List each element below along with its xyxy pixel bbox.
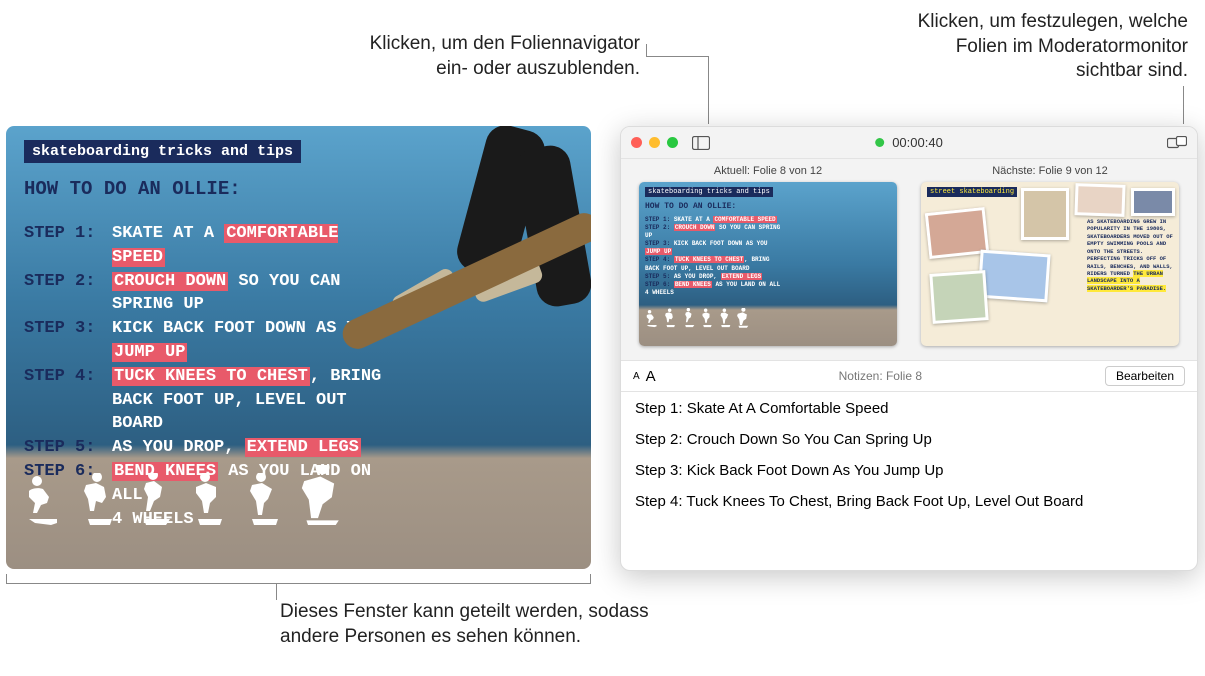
font-decrease-button[interactable]: A	[633, 371, 640, 382]
collage-photo	[1131, 188, 1175, 216]
preview-area: Aktuell: Folie 8 von 12 skateboarding tr…	[621, 159, 1197, 360]
minimize-button[interactable]	[649, 137, 660, 148]
fullscreen-button[interactable]	[667, 137, 678, 148]
bracket-decoration	[276, 584, 277, 600]
skateboarder-image	[311, 126, 591, 486]
collage-photo	[1074, 183, 1125, 217]
next-slide-badge: street skateboarding	[927, 187, 1017, 197]
next-slide-text: AS SKATEBOARDING GREW IN POPULARITY IN T…	[1087, 218, 1173, 292]
mini-badge: skateboarding tricks and tips	[645, 187, 773, 197]
notes-list: Step 1: Skate At A Comfortable Speed Step…	[621, 392, 1197, 532]
slide-badge: skateboarding tricks and tips	[24, 140, 301, 163]
collage-photo	[929, 270, 988, 324]
timer-text: 00:00:40	[892, 135, 943, 150]
note-line: Step 4: Tuck Knees To Chest, Bring Back …	[635, 493, 1183, 510]
callout-line	[708, 56, 709, 124]
collage-photo	[925, 207, 989, 259]
record-indicator-icon	[875, 138, 884, 147]
callout-line	[646, 44, 647, 56]
current-slide-thumb[interactable]: skateboarding tricks and tips HOW TO DO …	[639, 182, 897, 346]
next-slide-thumb[interactable]: street skateboarding AS SKATEBOARDING GR…	[921, 182, 1179, 346]
titlebar: 00:00:40	[621, 127, 1197, 159]
next-slide-label: Nächste: Folie 9 von 12	[921, 165, 1179, 177]
mini-silhouettes	[645, 308, 749, 328]
bracket-decoration	[6, 574, 591, 584]
callout-line	[646, 56, 708, 57]
callout-navigator: Klicken, um den Foliennavigator ein- ode…	[270, 32, 640, 81]
note-line: Step 1: Skate At A Comfortable Speed	[635, 400, 1183, 417]
skater-silhouettes	[24, 465, 342, 525]
notes-title: Notizen: Folie 8	[656, 369, 1105, 383]
edit-button[interactable]: Bearbeiten	[1105, 366, 1185, 386]
main-slide-preview: skateboarding tricks and tips HOW TO DO …	[6, 126, 591, 569]
monitor-layout-icon[interactable]	[1167, 136, 1187, 150]
close-button[interactable]	[631, 137, 642, 148]
mini-steps: STEP 1: SKATE AT A COMFORTABLE SPEEDSTEP…	[645, 216, 785, 297]
note-line: Step 3: Kick Back Foot Down As You Jump …	[635, 462, 1183, 479]
presenter-window: 00:00:40 Aktuell: Folie 8 von 12 skatebo…	[620, 126, 1198, 571]
traffic-lights[interactable]	[631, 137, 678, 148]
current-slide-label: Aktuell: Folie 8 von 12	[639, 165, 897, 177]
notes-bar: A A Notizen: Folie 8 Bearbeiten	[621, 360, 1197, 392]
navigator-toggle-icon[interactable]	[692, 136, 710, 150]
mini-title: HOW TO DO AN OLLIE:	[645, 202, 736, 211]
font-increase-button[interactable]: A	[646, 368, 656, 385]
note-line: Step 2: Crouch Down So You Can Spring Up	[635, 431, 1183, 448]
collage-photo	[1021, 188, 1069, 240]
callout-share: Dieses Fenster kann geteilt werden, soda…	[280, 600, 780, 649]
callout-monitor: Klicken, um festzulegen, welche Folien i…	[768, 10, 1188, 84]
slide-title: HOW TO DO AN OLLIE:	[24, 178, 241, 200]
collage-photo	[977, 250, 1050, 303]
callout-line	[1183, 86, 1184, 124]
timer: 00:00:40	[875, 135, 943, 150]
